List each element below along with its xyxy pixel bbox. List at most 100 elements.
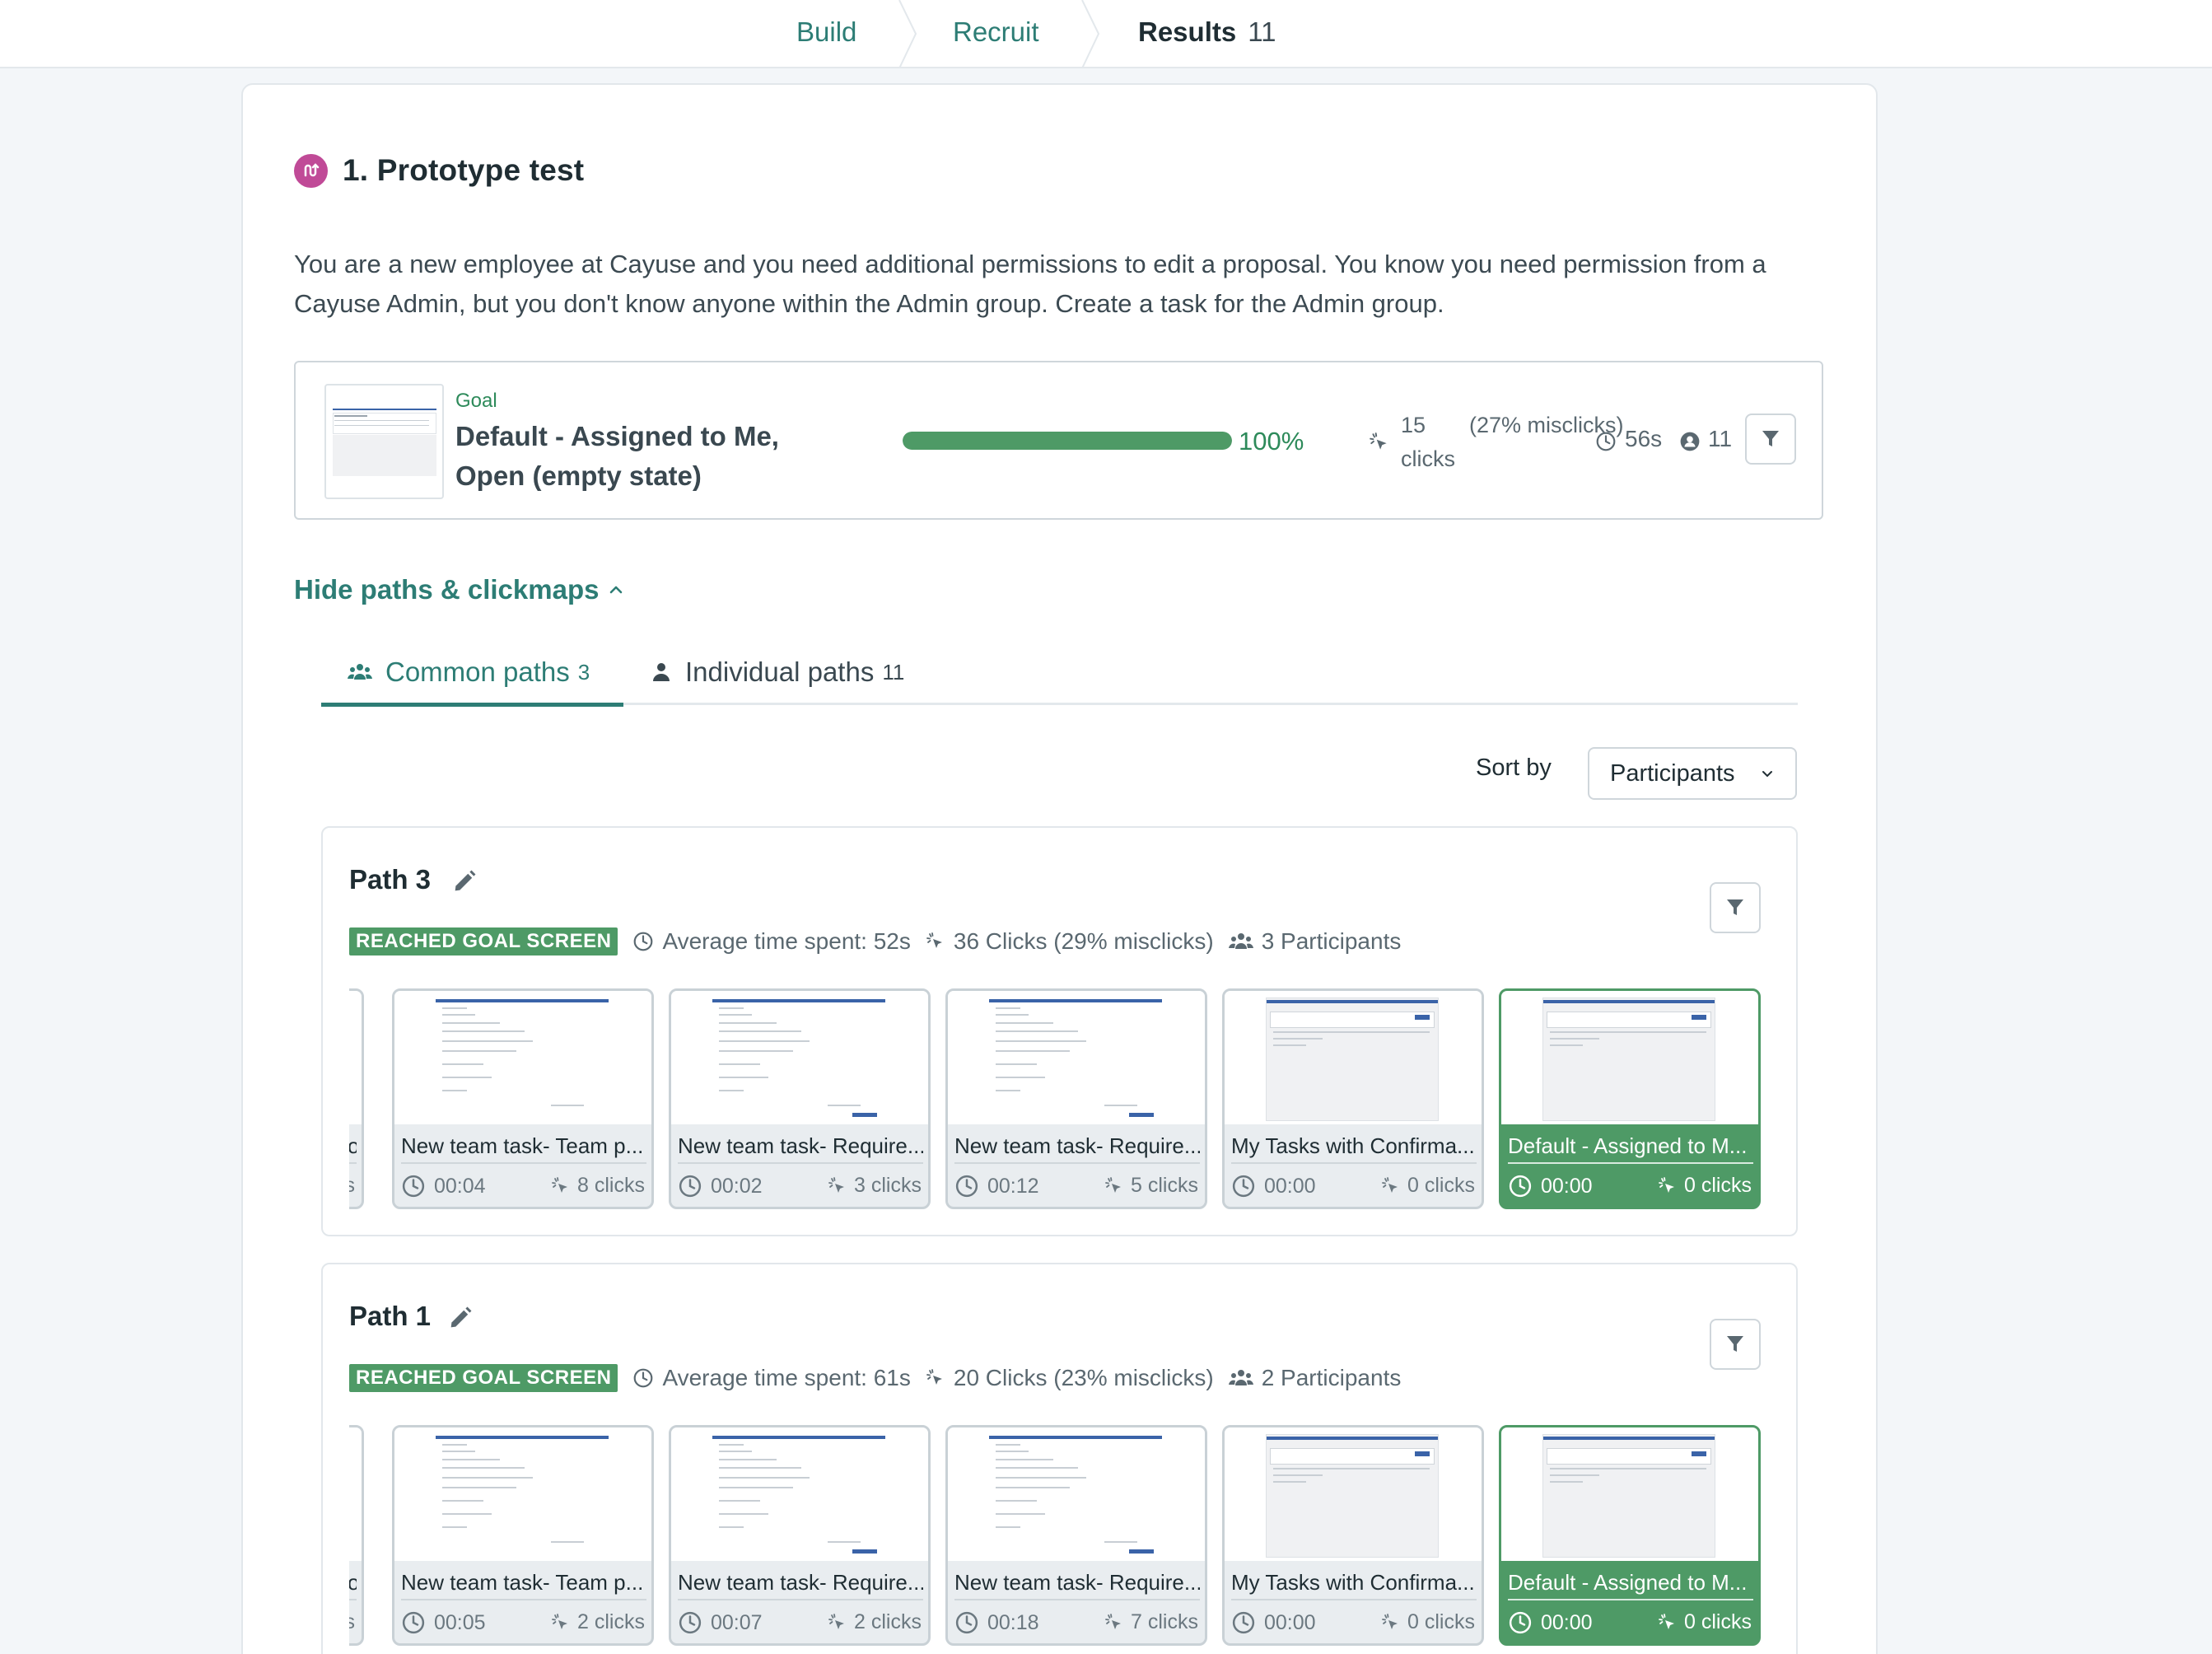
tab-common-paths-count: 3 <box>577 659 590 684</box>
path-clicks-text: 36 Clicks (29% misclicks) <box>953 928 1214 954</box>
clock-icon <box>1232 1611 1255 1634</box>
path-participants-text: 3 Participants <box>1261 928 1402 954</box>
nav-divider-icon <box>898 0 917 68</box>
participant-icon <box>1680 432 1700 451</box>
block-title: 1. Prototype test <box>343 153 585 187</box>
cursor-click-icon <box>926 1369 942 1385</box>
filter-icon <box>1727 899 1743 915</box>
path-screen-card[interactable]: My Tasks with Confirma... 00:00 0 clicks <box>1222 1425 1484 1646</box>
path-avg-time: Average time spent: 52s <box>632 928 911 955</box>
path-screen-card[interactable]: My Tasks with Confirmation...00:000 clic… <box>349 1425 364 1646</box>
path-clicks: 36 Clicks (29% misclicks) <box>926 928 1214 955</box>
path-title: Path 3 <box>349 864 432 895</box>
goal-screen-thumbnail[interactable] <box>324 384 444 499</box>
group-icon <box>348 664 372 680</box>
clock-icon <box>402 1611 425 1634</box>
screen-clicks: 0 clicks <box>1381 1174 1475 1198</box>
path-screen-card[interactable]: My Tasks with Confirma... 00:00 0 clicks <box>1222 988 1484 1209</box>
screen-thumbnail <box>394 991 651 1124</box>
path-clicks-text: 20 Clicks (23% misclicks) <box>953 1365 1214 1390</box>
path-screen-card[interactable]: New team task- Require... 00:02 3 clicks <box>669 988 931 1209</box>
sort-dropdown[interactable]: Participants <box>1588 747 1797 800</box>
screen-time-text: 00:00 <box>1541 1610 1593 1634</box>
screen-thumbnail-image <box>436 998 609 1121</box>
screen-time-text: 00:04 <box>434 1174 486 1198</box>
path-screen-card[interactable]: New team task- Require... 00:07 2 clicks <box>669 1425 931 1646</box>
edit-pencil-icon[interactable] <box>446 1304 474 1332</box>
path-avg-time-text: Average time spent: 52s <box>662 928 911 954</box>
path-filter-button[interactable] <box>1710 882 1761 933</box>
screen-clicks: 0 clicks <box>1381 1610 1475 1634</box>
screen-clicks: 0 clicks <box>1658 1610 1752 1634</box>
goal-filter-button[interactable] <box>1745 414 1796 465</box>
clock-icon <box>1596 432 1616 451</box>
goal-participants: 11 <box>1708 426 1733 451</box>
nav-divider-icon <box>1081 0 1100 68</box>
screen-thumbnail <box>948 1427 1205 1561</box>
nav-results-count: 11 <box>1248 16 1276 47</box>
screen-time-text: 00:05 <box>434 1610 486 1634</box>
sort-label: Sort by <box>1476 755 1552 781</box>
screen-clicks: 3 clicks <box>828 1174 922 1198</box>
screen-time: 00:04 <box>401 1174 486 1198</box>
tab-common-paths[interactable]: Common paths 3 <box>348 653 590 691</box>
tab-individual-paths[interactable]: Individual paths 11 <box>651 653 904 691</box>
screen-clicks: 5 clicks <box>1104 1174 1198 1198</box>
path-screen-card[interactable]: Default - Assigned to M... 00:00 0 clicks <box>1499 1425 1761 1646</box>
screen-time-text: 00:00 <box>1264 1174 1316 1198</box>
screen-name: My Tasks with Confirmation... <box>349 1128 357 1164</box>
filter-icon <box>1727 1336 1743 1352</box>
screen-time: 00:12 <box>954 1174 1039 1198</box>
screen-thumbnail <box>349 1427 362 1561</box>
screen-name: New team task- Team p... <box>401 1128 646 1164</box>
screen-thumbnail <box>948 991 1205 1124</box>
screen-clicks-text: 0 clicks <box>1684 1610 1752 1633</box>
screen-name: My Tasks with Confirma... <box>1231 1564 1477 1600</box>
goal-clicks: 15 clicks <box>1401 413 1455 471</box>
clock-icon <box>1509 1175 1532 1198</box>
screen-time: 00:07 <box>678 1610 763 1635</box>
path-title: Path 1 <box>349 1301 432 1331</box>
screen-thumbnail-image <box>989 998 1162 1121</box>
chevron-down-icon <box>1762 771 1772 778</box>
screen-name: My Tasks with Confirma... <box>1231 1128 1477 1164</box>
screen-name: Default - Assigned to M... <box>1508 1128 1753 1164</box>
cursor-click-icon <box>828 1176 845 1193</box>
screen-name: My Tasks with Confirmation... <box>349 1564 357 1600</box>
group-icon <box>1228 933 1253 949</box>
path-clicks: 20 Clicks (23% misclicks) <box>926 1365 1214 1391</box>
cursor-click-icon <box>1370 432 1387 450</box>
screen-name: New team task- Require... <box>954 1564 1200 1600</box>
goal-screen-name: Default - Assigned to Me, Open (empty st… <box>455 421 779 491</box>
edit-pencil-icon[interactable] <box>450 867 478 895</box>
screen-clicks-text: 2 clicks <box>854 1610 922 1633</box>
goal-misclicks: (27% misclicks) <box>1469 413 1624 437</box>
goal-summary: Goal Default - Assigned to Me, Open (emp… <box>294 361 1823 520</box>
screen-clicks-text: 3 clicks <box>854 1174 922 1197</box>
screen-thumbnail-image <box>712 1434 885 1558</box>
screen-clicks-text: 0 clicks <box>349 1174 355 1198</box>
nav-build[interactable]: Build <box>796 0 856 64</box>
filter-icon <box>1762 431 1779 446</box>
screen-thumbnail <box>1225 991 1482 1124</box>
hide-paths-toggle[interactable]: Hide paths & clickmaps <box>294 574 625 605</box>
path-screen-card[interactable]: New team task- Require... 00:12 5 clicks <box>945 988 1207 1209</box>
nav-recruit[interactable]: Recruit <box>953 0 1039 64</box>
screen-time-text: 00:00 <box>1264 1610 1316 1634</box>
nav-results[interactable]: Results 11 <box>1138 0 1276 64</box>
path-summary: REACHED GOAL SCREEN Average time spent: 5… <box>349 927 1416 956</box>
path-screen-card[interactable]: New team task- Require... 00:18 7 clicks <box>945 1425 1207 1646</box>
path-screen-card[interactable]: Default - Assigned to M... 00:00 0 clicks <box>1499 988 1761 1209</box>
tab-individual-paths-count: 11 <box>882 659 905 684</box>
screen-time: 00:00 <box>1231 1174 1316 1198</box>
screen-thumbnail-image <box>712 998 885 1121</box>
path-screen-card[interactable]: New team task- Team p... 00:05 2 clicks <box>392 1425 654 1646</box>
path-screen-card[interactable]: My Tasks with Confirmation...00:000 clic… <box>349 988 364 1209</box>
screen-name: New team task- Require... <box>954 1128 1200 1164</box>
path-screen-card[interactable]: New team task- Team p... 00:04 8 clicks <box>392 988 654 1209</box>
screen-thumbnail-image <box>1542 1434 1715 1558</box>
path-filter-button[interactable] <box>1710 1319 1761 1370</box>
tab-individual-paths-label: Individual paths <box>685 656 875 687</box>
screen-thumbnail-image <box>1266 1434 1439 1558</box>
screen-name: Default - Assigned to M... <box>1508 1564 1753 1600</box>
